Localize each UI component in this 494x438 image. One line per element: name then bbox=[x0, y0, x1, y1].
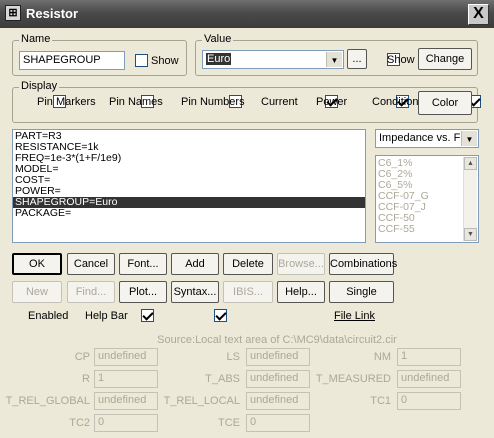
r-label: R bbox=[82, 373, 90, 385]
attribute-list[interactable]: PART=R3 RESISTANCE=1k FREQ=1e-3*(1+F/1e9… bbox=[12, 129, 366, 243]
browse-button[interactable]: Browse... bbox=[277, 253, 325, 275]
tc2-field[interactable]: 0 bbox=[94, 414, 158, 432]
value-select[interactable]: Euro ▼ bbox=[202, 50, 344, 69]
plot-button[interactable]: Plot... bbox=[119, 281, 167, 303]
enabled-checkbox[interactable] bbox=[140, 309, 154, 322]
ok-button[interactable]: OK bbox=[12, 253, 62, 275]
current-label: Current bbox=[261, 96, 298, 108]
name-show-checkbox[interactable] bbox=[135, 54, 148, 67]
t-rel-global-field[interactable]: undefined bbox=[94, 392, 158, 410]
name-legend: Name bbox=[19, 33, 53, 45]
value-show-label: Show bbox=[387, 54, 415, 66]
change-button[interactable]: Change bbox=[418, 48, 472, 70]
scroll-up-icon[interactable]: ▲ bbox=[464, 157, 477, 170]
condition-label: Condition bbox=[372, 96, 419, 108]
cp-field[interactable]: undefined bbox=[94, 348, 158, 366]
ibis-button[interactable]: IBIS... bbox=[223, 281, 273, 303]
plot-type-value: Impedance vs. F bbox=[379, 132, 461, 144]
ls-label: LS bbox=[226, 351, 240, 363]
close-button[interactable]: X bbox=[468, 4, 489, 25]
t-rel-global-label: T_REL_GLOBAL bbox=[5, 395, 90, 407]
plot-type-select[interactable]: Impedance vs. F ▼ bbox=[375, 129, 479, 148]
t-abs-label: T_ABS bbox=[205, 373, 240, 385]
cp-label: CP bbox=[74, 351, 90, 363]
find-button[interactable]: Find... bbox=[67, 281, 115, 303]
cancel-button[interactable]: Cancel bbox=[67, 253, 115, 275]
models-scrollbar[interactable]: ▲ ▼ bbox=[463, 157, 477, 241]
power-label: Power bbox=[316, 96, 348, 108]
chevron-down-icon[interactable]: ▼ bbox=[461, 131, 477, 146]
tce-label: TCE bbox=[218, 417, 240, 429]
tc1-label: TC1 bbox=[370, 395, 391, 407]
new-button[interactable]: New bbox=[12, 281, 62, 303]
help-bar-label: Help Bar bbox=[85, 310, 128, 322]
t-measured-field[interactable]: undefined bbox=[397, 370, 461, 388]
models-list[interactable]: C6_1% C6_2% C6_5% CCF-07_G CCF-07_J CCF-… bbox=[375, 155, 479, 243]
attribute-line[interactable]: MODEL= bbox=[13, 164, 365, 175]
tc2-label: TC2 bbox=[69, 417, 90, 429]
file-link[interactable]: File Link bbox=[334, 310, 375, 322]
pin-numbers-label: Pin Numbers bbox=[181, 96, 245, 108]
name-show-label: Show bbox=[151, 55, 179, 67]
single-button[interactable]: Single bbox=[329, 281, 394, 303]
window-title: Resistor bbox=[26, 6, 79, 21]
syntax-button[interactable]: Syntax... bbox=[171, 281, 219, 303]
tc1-field[interactable]: 0 bbox=[397, 392, 461, 410]
value-browse-button[interactable]: ... bbox=[347, 49, 367, 69]
attribute-line[interactable]: FREQ=1e-3*(1+F/1e9) bbox=[13, 153, 365, 164]
scroll-down-icon[interactable]: ▼ bbox=[464, 228, 477, 241]
resistor-app-icon: ⊞ bbox=[5, 5, 21, 21]
nm-label: NM bbox=[373, 351, 391, 363]
enabled-label: Enabled bbox=[28, 310, 69, 322]
value-legend: Value bbox=[202, 33, 234, 45]
chevron-down-icon[interactable]: ▼ bbox=[326, 52, 342, 67]
attribute-line[interactable]: PACKAGE= bbox=[13, 208, 365, 219]
pin-markers-label: Pin Markers bbox=[37, 96, 96, 108]
title-bar: ⊞ Resistor X bbox=[0, 0, 494, 28]
help-button[interactable]: Help... bbox=[277, 281, 325, 303]
nm-field[interactable]: 1 bbox=[397, 348, 461, 366]
color-button[interactable]: Color bbox=[418, 91, 472, 115]
name-input[interactable]: SHAPEGROUP bbox=[19, 51, 125, 70]
r-field[interactable]: 1 bbox=[94, 370, 158, 388]
combinations-button[interactable]: Combinations bbox=[329, 253, 397, 275]
add-button[interactable]: Add bbox=[171, 253, 219, 275]
t-measured-label: T_MEASURED bbox=[315, 373, 391, 385]
value-select-text: Euro bbox=[206, 53, 232, 65]
display-legend: Display bbox=[19, 80, 60, 92]
pin-names-label: Pin Names bbox=[109, 96, 163, 108]
font-button[interactable]: Font... bbox=[119, 253, 167, 275]
t-rel-local-label: T_REL_LOCAL bbox=[163, 395, 240, 407]
tce-field[interactable]: 0 bbox=[246, 414, 310, 432]
delete-button[interactable]: Delete bbox=[223, 253, 273, 275]
help-bar-checkbox[interactable] bbox=[213, 309, 227, 322]
attribute-line[interactable]: COST= bbox=[13, 175, 365, 186]
source-text: Source:Local text area of C:\MC9\data\ci… bbox=[157, 334, 397, 346]
